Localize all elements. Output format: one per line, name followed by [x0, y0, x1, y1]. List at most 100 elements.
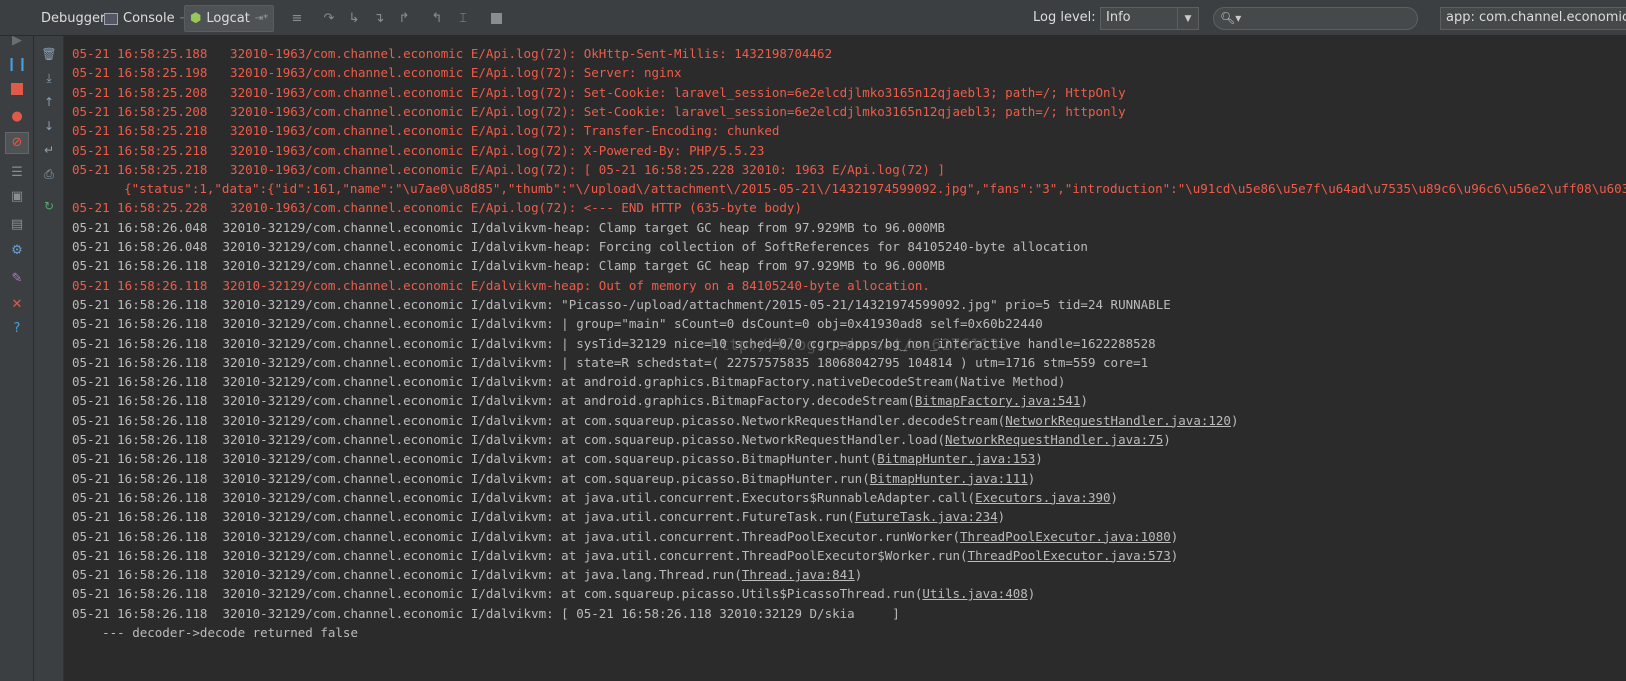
pin-icon[interactable]: ⇥*: [255, 13, 268, 24]
app-filter-value: app: com.channel.economic: [1446, 10, 1626, 25]
mute-breakpoints-icon[interactable]: ⊘: [5, 132, 29, 154]
log-level-label: Log level:: [1033, 10, 1096, 25]
log-line-text: 05-21 16:58:25.208 32010-1963/com.channe…: [72, 103, 1126, 119]
log-line: 05-21 16:58:26.048 32010-32129/com.chann…: [72, 218, 945, 238]
log-line: --- decoder->decode returned false: [72, 623, 358, 643]
tab-label: Debugger: [41, 11, 106, 26]
soft-wrap-icon[interactable]: ↵: [41, 142, 57, 158]
log-line-tail: ): [1230, 412, 1239, 428]
log-line-text: 05-21 16:58:26.118 32010-32129/com.chann…: [72, 547, 968, 563]
log-line-text: 05-21 16:58:26.118 32010-32129/com.chann…: [72, 277, 930, 293]
logcat-side-toolbar: 🗑︎ ⤓ ↑ ↓ ↵ ⎙ ↻: [34, 36, 64, 681]
up-arrow-icon[interactable]: ↑: [41, 94, 57, 110]
log-line-text: 05-21 16:58:26.048 32010-32129/com.chann…: [72, 239, 1088, 254]
source-link[interactable]: NetworkRequestHandler.java:75: [945, 432, 1163, 447]
log-line-text: --- decoder->decode returned false: [72, 625, 358, 640]
log-line-text: 05-21 16:58:26.118 32010-32129/com.chann…: [72, 296, 1171, 312]
search-box[interactable]: 🔍︎▾: [1213, 7, 1418, 30]
log-line: 05-21 16:58:26.118 32010-32129/com.chann…: [72, 372, 1065, 392]
log-line: 05-21 16:58:25.208 32010-1963/com.channe…: [72, 102, 1126, 122]
log-line-text: 05-21 16:58:26.118 32010-32129/com.chann…: [72, 354, 1149, 370]
log-line: 05-21 16:58:26.118 32010-32129/com.chann…: [72, 314, 1043, 334]
source-link[interactable]: BitmapFactory.java:541: [915, 393, 1081, 408]
step-over-icon[interactable]: ↷: [321, 10, 337, 26]
log-line: 05-21 16:58:25.218 32010-1963/com.channe…: [72, 121, 779, 141]
log-line-tail: ): [1170, 528, 1179, 544]
log-line: 05-21 16:58:25.198 32010-1963/com.channe…: [72, 63, 682, 83]
tab-label: Logcat: [206, 11, 250, 26]
source-link[interactable]: Executors.java:390: [975, 490, 1110, 505]
app-filter-select[interactable]: app: com.channel.economic: [1440, 7, 1626, 30]
log-line-text: 05-21 16:58:26.118 32010-32129/com.chann…: [72, 412, 1006, 428]
print-icon[interactable]: ⎙: [41, 166, 57, 182]
source-link[interactable]: NetworkRequestHandler.java:120: [1005, 413, 1231, 428]
step-out-icon[interactable]: ↱: [396, 10, 412, 26]
restart-logcat-icon[interactable]: ↻: [41, 198, 57, 214]
source-link[interactable]: FutureTask.java:234: [855, 509, 998, 524]
log-level-select[interactable]: Info ▼: [1100, 7, 1199, 30]
layout-icon[interactable]: ▤: [8, 216, 26, 234]
settings-icon[interactable]: ⚙: [8, 242, 26, 260]
android-icon: ⬢: [190, 11, 202, 26]
help-icon[interactable]: ?: [8, 320, 26, 338]
log-line-text: 05-21 16:58:26.118 32010-32129/com.chann…: [72, 567, 742, 583]
log-line-text: 05-21 16:58:25.218 32010-1963/com.channe…: [72, 123, 780, 139]
log-line: 05-21 16:58:25.208 32010-1963/com.channe…: [72, 83, 1126, 103]
scroll-to-end-icon[interactable]: ⤓: [41, 70, 57, 86]
log-line-text: 05-21 16:58:26.118 32010-32129/com.chann…: [72, 470, 870, 486]
log-line-text: 05-21 16:58:25.188 32010-1963/com.channe…: [72, 46, 833, 61]
log-line: 05-21 16:58:26.118 32010-32129/com.chann…: [72, 488, 1118, 508]
search-icon[interactable]: 🔍︎▾: [1220, 11, 1241, 25]
log-line: 05-21 16:58:25.218 32010-1963/com.channe…: [72, 141, 764, 161]
log-line-tail: ): [1170, 547, 1179, 563]
log-line-tail: ): [1110, 489, 1119, 505]
log-line: 05-21 16:58:26.118 32010-32129/com.chann…: [72, 334, 1156, 354]
log-line: 05-21 16:58:26.048 32010-32129/com.chann…: [72, 237, 1088, 257]
get-thread-dump-icon[interactable]: ☰: [8, 164, 26, 182]
source-link[interactable]: BitmapHunter.java:153: [877, 451, 1035, 466]
log-line-text: 05-21 16:58:25.208 32010-1963/com.channe…: [72, 84, 1126, 100]
log-line: 05-21 16:58:26.118 32010-32129/com.chann…: [72, 276, 930, 296]
source-link[interactable]: Thread.java:841: [742, 567, 855, 582]
close-icon[interactable]: ✕: [8, 296, 26, 314]
pin-icon[interactable]: ✎: [8, 270, 26, 288]
view-breakpoints-icon[interactable]: ●: [8, 108, 26, 126]
stop-icon[interactable]: [8, 80, 26, 98]
pause-icon[interactable]: ❙❙: [6, 56, 28, 74]
log-line-text: 05-21 16:58:26.118 32010-32129/com.chann…: [72, 316, 1043, 332]
log-line: 05-21 16:58:26.118 32010-32129/com.chann…: [72, 584, 1035, 604]
log-line: 05-21 16:58:26.118 32010-32129/com.chann…: [72, 527, 1178, 547]
log-line: 05-21 16:58:26.118 32010-32129/com.chann…: [72, 353, 1148, 373]
force-step-into-icon[interactable]: ↴: [371, 10, 387, 26]
search-input[interactable]: [1244, 10, 1413, 29]
camera-icon[interactable]: ▣: [8, 188, 26, 206]
show-execution-point-icon[interactable]: ≡: [289, 10, 305, 26]
log-line: 05-21 16:58:26.118 32010-32129/com.chann…: [72, 411, 1239, 431]
source-link[interactable]: Utils.java:408: [922, 586, 1027, 601]
tab-logcat[interactable]: ⬢ Logcat ⇥*: [184, 5, 275, 32]
log-line: 05-21 16:58:25.228 32010-1963/com.channe…: [72, 198, 802, 218]
tab-label: Console: [123, 11, 175, 26]
logcat-output[interactable]: 05-21 16:58:25.188 32010-1963/com.channe…: [64, 36, 1626, 681]
step-into-icon[interactable]: ↳: [346, 10, 362, 26]
log-line-text: 05-21 16:58:26.118 32010-32129/com.chann…: [72, 586, 923, 602]
log-line-text: 05-21 16:58:25.198 32010-1963/com.channe…: [72, 65, 682, 81]
source-link[interactable]: BitmapHunter.java:111: [870, 471, 1028, 486]
run-to-cursor-icon[interactable]: ⌶: [455, 10, 471, 26]
source-link[interactable]: ThreadPoolExecutor.java:573: [968, 548, 1171, 563]
log-line: 05-21 16:58:26.118 32010-32129/com.chann…: [72, 546, 1178, 566]
source-link[interactable]: ThreadPoolExecutor.java:1080: [960, 529, 1171, 544]
log-line-text: 05-21 16:58:26.118 32010-32129/com.chann…: [72, 393, 915, 409]
log-line-tail: ): [1035, 451, 1043, 467]
log-line-text: 05-21 16:58:25.218 32010-1963/com.channe…: [72, 161, 945, 177]
log-line-text: 05-21 16:58:26.118 32010-32129/com.chann…: [72, 258, 945, 274]
down-arrow-icon[interactable]: ↓: [41, 118, 57, 134]
clear-logcat-icon[interactable]: 🗑︎: [41, 46, 57, 62]
log-line-tail: ): [1080, 393, 1088, 409]
log-line-text: 05-21 16:58:26.118 32010-32129/com.chann…: [72, 451, 878, 467]
evaluate-expression-icon[interactable]: [488, 10, 504, 26]
log-level-value: Info: [1106, 10, 1131, 25]
drop-frame-icon[interactable]: ↰: [429, 10, 445, 26]
log-line: 05-21 16:58:26.118 32010-32129/com.chann…: [72, 604, 900, 624]
log-line-text: 05-21 16:58:26.118 32010-32129/com.chann…: [72, 528, 961, 544]
